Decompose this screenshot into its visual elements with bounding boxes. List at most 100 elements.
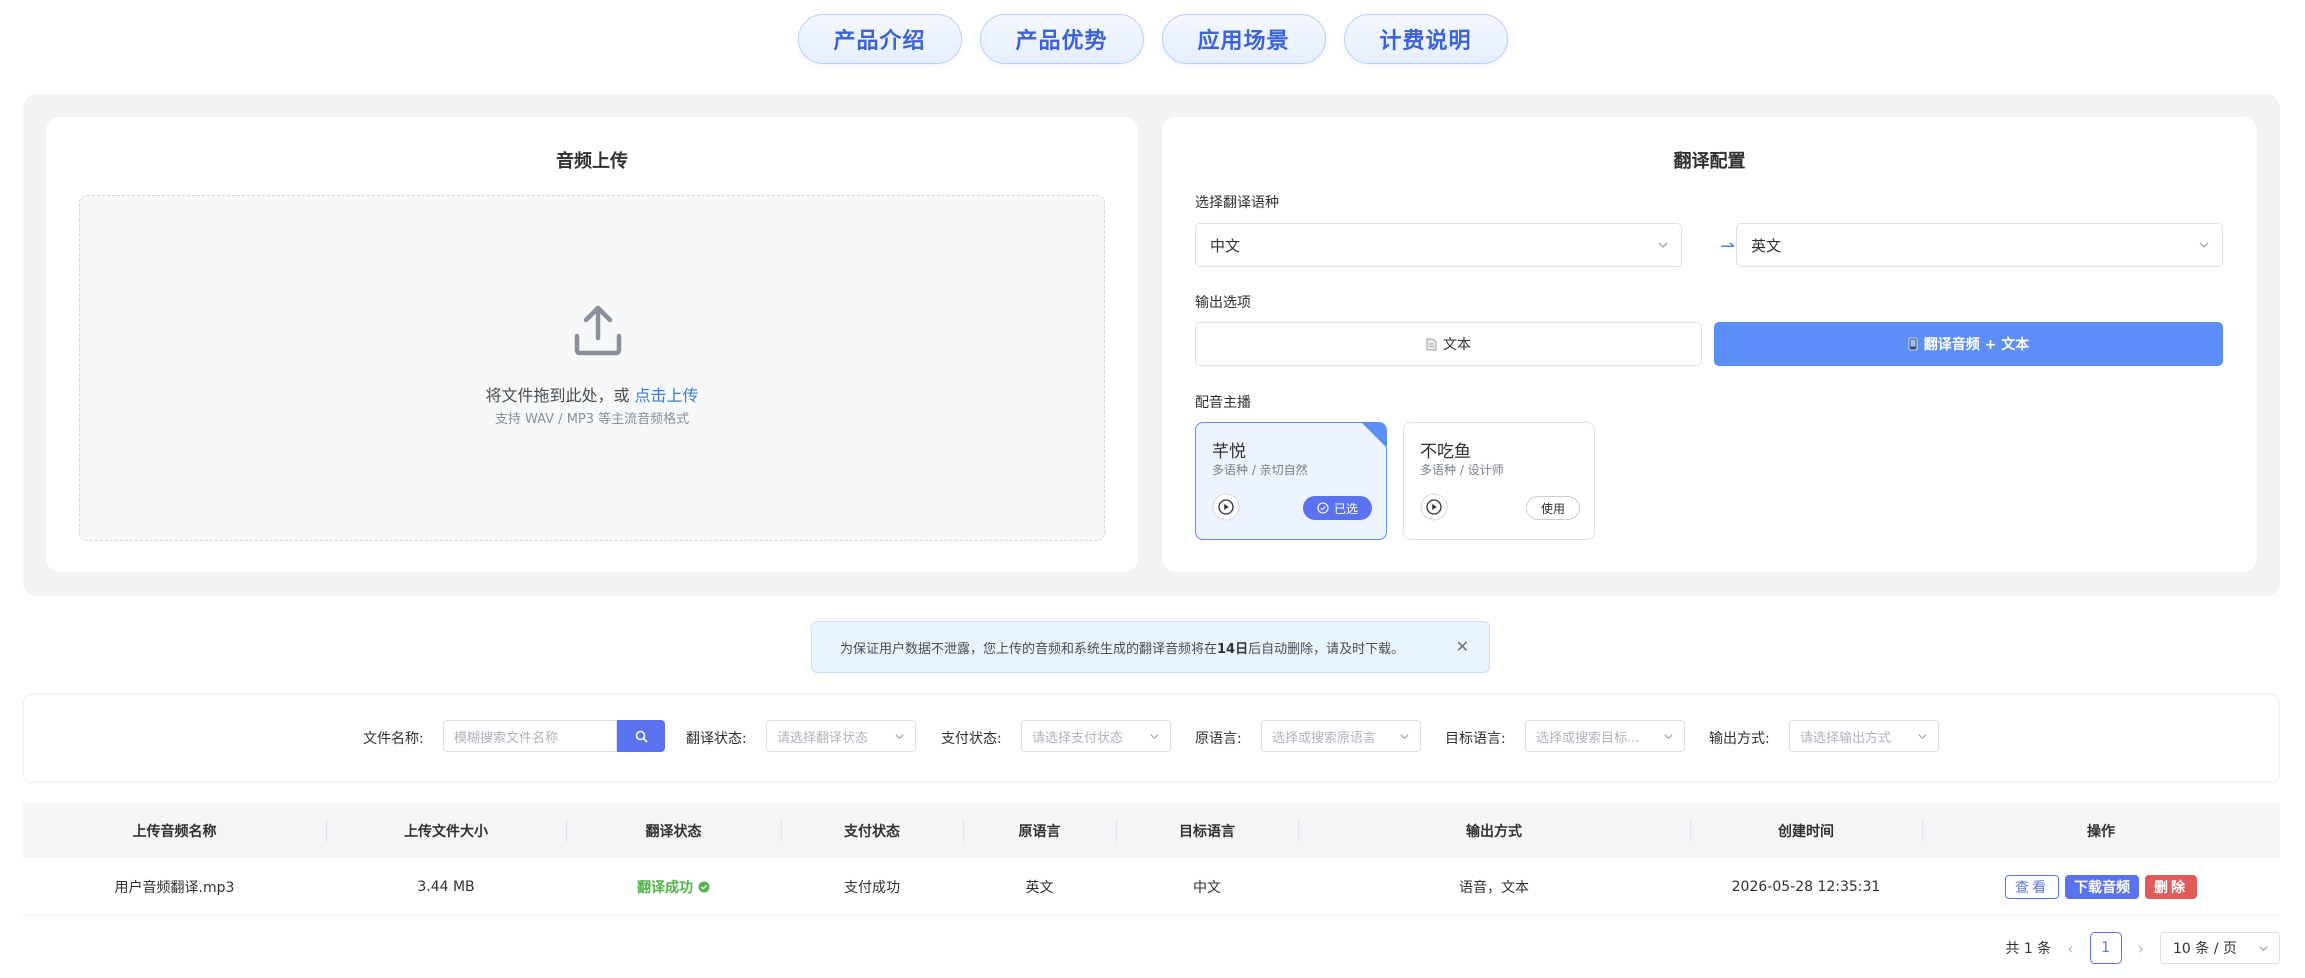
table-row: 用户音频翻译.mp3 3.44 MB 翻译成功 支付成功 英文 中文 语音，文本 2026-0… [23,858,2280,916]
tab-product-intro[interactable]: 产品介绍 [797,14,962,64]
cell-size: 3.44 MB [417,878,475,895]
col-file-size: 上传文件大小 [326,803,566,858]
voice-name: 不吃鱼 [1420,442,1471,462]
pay-status-select[interactable]: 请选择支付状态 [1021,720,1171,752]
output-audio-text-label: 翻译音频 + 文本 [1923,337,2030,353]
target-lang-filter-placeholder: 选择或搜索目标... [1536,730,1640,746]
source-lang-value: 中文 [1210,236,1241,255]
cell-created: 2026-05-28 12:35:31 [1731,878,1881,895]
search-button[interactable] [617,720,665,752]
col-target-lang: 目标语言 [1116,803,1298,858]
voice-selected-badge[interactable]: 已选 [1302,496,1372,520]
arrow-right-icon: ⇀ [1720,236,1736,257]
output-text-label: 文本 [1443,337,1471,353]
view-button[interactable]: 查看 [2005,874,2059,899]
file-name-input[interactable]: 模糊搜索文件名称 [443,720,617,752]
upload-title: 音频上传 [556,151,628,172]
col-translate-status: 翻译状态 [566,803,781,858]
voice-card-buchiyu[interactable]: 不吃鱼 多语种 / 设计师 使用 [1403,422,1595,540]
notice-days: 14日 [1217,641,1249,657]
upload-icon [574,305,622,356]
next-page-icon[interactable]: › [2138,939,2144,958]
translate-status-placeholder: 请选择翻译状态 [777,730,869,746]
cell-target: 中文 [1193,879,1221,896]
file-name-placeholder: 模糊搜索文件名称 [454,730,559,746]
status-success-label: 翻译成功 [637,879,693,896]
voice-label: 配音主播 [1195,395,1251,411]
cell-output: 语音，文本 [1459,879,1529,896]
col-output-mode: 输出方式 [1298,803,1690,858]
output-label: 输出选项 [1195,295,1251,311]
chevron-down-icon [2199,242,2209,248]
tab-product-advantages[interactable]: 产品优势 [979,14,1144,64]
output-text-button[interactable]: 文本 [1195,322,1702,366]
target-lang-select[interactable]: 英文 [1736,223,2223,267]
selected-corner-mark [1362,423,1386,447]
chevron-down-icon [895,734,904,740]
check-circle-icon [698,881,710,892]
filter-bar: 文件名称: 模糊搜索文件名称 翻译状态: 请选择翻译状态 支付状态: 请选择支付… [23,694,2280,783]
page-size-value: 10 条 / 页 [2173,941,2237,957]
target-lang-value: 英文 [1751,236,1782,255]
source-lang-filter-placeholder: 选择或搜索原语言 [1272,730,1377,746]
chevron-down-icon [1664,734,1673,740]
col-source-lang: 原语言 [963,803,1116,858]
config-area: 音频上传 将文件拖到此处，或 点击上传 支持 WAV / MP3 等主流音频格式… [23,94,2280,596]
chevron-down-icon [1918,734,1927,740]
output-mode-label: 输出方式: [1709,731,1770,747]
tab-use-cases[interactable]: 应用场景 [1161,14,1326,64]
cell-name: 用户音频翻译.mp3 [114,879,235,896]
status-success: 翻译成功 [637,877,710,897]
delete-button[interactable]: 删除 [2145,874,2197,899]
pagination: 共 1 条 ‹ 1 › 10 条 / 页 [2005,932,2280,964]
target-lang-filter-label: 目标语言: [1445,731,1506,747]
translate-status-label: 翻译状态: [686,731,747,747]
file-name-label: 文件名称: [363,731,424,747]
source-lang-filter-label: 原语言: [1195,731,1242,747]
page-size-select[interactable]: 10 条 / 页 [2160,932,2280,964]
cell-source: 英文 [1025,879,1054,896]
target-lang-filter-select[interactable]: 选择或搜索目标... [1525,720,1685,752]
play-icon[interactable] [1420,493,1448,521]
voice-desc: 多语种 / 设计师 [1420,463,1504,477]
translate-status-select[interactable]: 请选择翻译状态 [766,720,916,752]
notice-prefix: 为保证用户数据不泄露，您上传的音频和系统生成的翻译音频将在 [840,641,1218,657]
pay-status-placeholder: 请选择支付状态 [1032,730,1124,746]
upload-drop-label: 将文件拖到此处，或 [485,386,630,405]
pay-status-label: 支付状态: [941,731,1002,747]
prev-page-icon[interactable]: ‹ [2067,939,2073,958]
config-title: 翻译配置 [1673,151,1746,172]
source-lang-select[interactable]: 中文 [1195,223,1682,267]
upload-panel: 音频上传 将文件拖到此处，或 点击上传 支持 WAV / MP3 等主流音频格式 [46,117,1138,572]
cell-actions: 查看 下载音频 删除 [1922,858,2280,915]
output-mode-select[interactable]: 请选择输出方式 [1789,720,1939,752]
col-actions: 操作 [1922,803,2280,858]
phone-icon [1908,337,1918,351]
upload-click-link[interactable]: 点击上传 [635,386,699,405]
col-file-name: 上传音频名称 [132,823,217,840]
voice-card-qianyue[interactable]: 芊悦 多语种 / 亲切自然 已选 [1195,422,1387,540]
search-icon [635,730,648,743]
top-tabs: 产品介绍 产品优势 应用场景 计费说明 [0,14,2305,64]
play-icon[interactable] [1212,493,1240,521]
lang-label: 选择翻译语种 [1195,195,1279,211]
output-mode-placeholder: 请选择输出方式 [1800,730,1892,746]
source-lang-filter-select[interactable]: 选择或搜索原语言 [1261,720,1421,752]
upload-format-hint: 支持 WAV / MP3 等主流音频格式 [494,412,690,427]
voice-name: 芊悦 [1212,442,1246,462]
chevron-down-icon [1400,734,1409,740]
page-number-current[interactable]: 1 [2089,932,2122,964]
close-icon[interactable]: ✕ [1456,637,1469,656]
upload-dropzone[interactable]: 将文件拖到此处，或 点击上传 支持 WAV / MP3 等主流音频格式 [79,195,1105,541]
check-circle-icon [1317,502,1329,514]
download-audio-button[interactable]: 下载音频 [2065,874,2139,899]
cell-translate-status: 翻译成功 [566,858,781,915]
tab-pricing[interactable]: 计费说明 [1343,14,1508,64]
data-retention-notice: 为保证用户数据不泄露，您上传的音频和系统生成的翻译音频将在 14日 后自动删除，请及… [811,621,1490,673]
records-table: 上传音频名称 上传文件大小 翻译状态 支付状态 原语言 目标语言 输出方式 创建时间 操作 用户… [23,803,2280,916]
output-audio-text-button[interactable]: 翻译音频 + 文本 [1714,322,2223,366]
voice-use-button[interactable]: 使用 [1525,496,1580,520]
voice-badge-label: 已选 [1333,501,1358,516]
translation-config-panel: 翻译配置 选择翻译语种 中文 ⇀ 英文 输出选项 文本 翻译音频 + 文本 配音… [1162,117,2257,572]
voice-badge-label: 使用 [1540,501,1565,516]
